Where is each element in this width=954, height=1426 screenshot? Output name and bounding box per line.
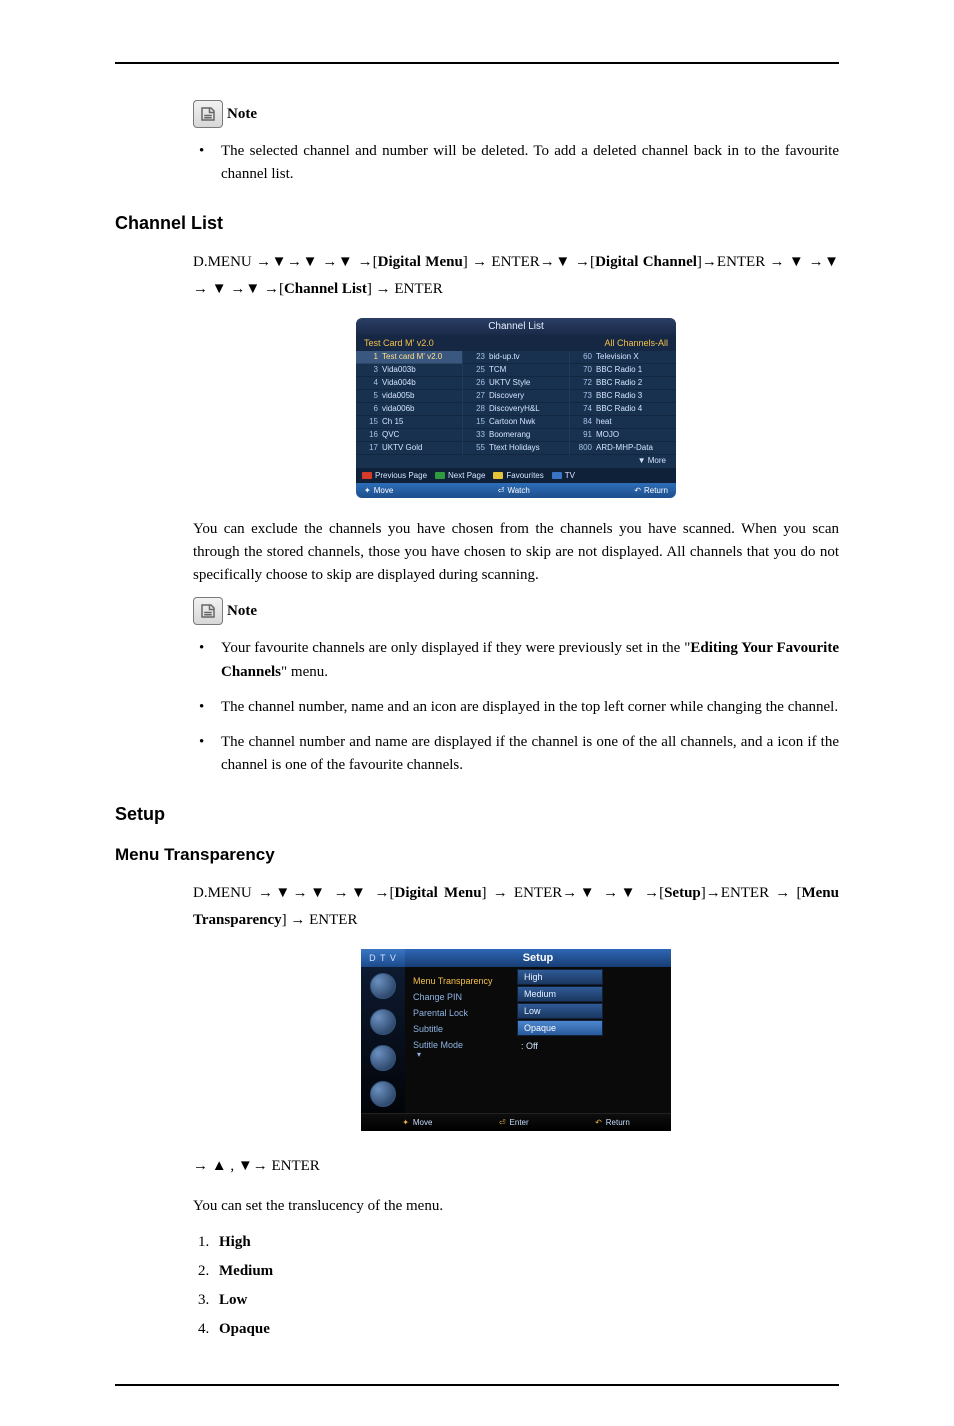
channel-list-bullets: Your favourite channels are only display… — [193, 637, 839, 777]
channel-row: 1Test card M' v2.0 — [356, 351, 462, 364]
note-icon — [193, 597, 223, 625]
channel-row: 74BBC Radio 4 — [570, 403, 676, 416]
channel-list-screenshot: Channel List Test Card M' v2.0 All Chann… — [356, 318, 676, 498]
cl-title: Channel List — [356, 318, 676, 335]
bottom-rule — [115, 1384, 839, 1386]
channel-row: 33Boomerang — [463, 429, 569, 442]
channel-row: 800ARD-MHP-Data — [570, 442, 676, 455]
channel-row: 17UKTV Gold — [356, 442, 462, 455]
note-block: Note — [193, 100, 839, 128]
transparency-option: Low — [517, 1003, 603, 1019]
cl-bullet-3: The channel number and name are displaye… — [193, 731, 839, 778]
setup-options: HighMediumLowOpaque — [517, 969, 603, 1037]
heading-setup: Setup — [115, 804, 839, 825]
channel-row: 55Ttext Holidays — [463, 442, 569, 455]
setup-menu: HighMediumLowOpaque : Off Menu Transpare… — [405, 967, 671, 1113]
opt-high: High — [213, 1228, 839, 1257]
cl-hints: ✦Move ⏎Watch ↶Return — [356, 483, 676, 498]
channel-row: 70BBC Radio 1 — [570, 364, 676, 377]
channel-row: 16QVC — [356, 429, 462, 442]
channel-row: 5vida005b — [356, 390, 462, 403]
swatch-prev — [362, 472, 372, 479]
setup-post-nav: → ▲ , ▼→ ENTER — [193, 1153, 839, 1180]
opt-low: Low — [213, 1286, 839, 1315]
cl-bullet-2: The channel number, name and an icon are… — [193, 696, 839, 719]
note-label: Note — [227, 603, 257, 620]
dish-icon — [370, 973, 396, 999]
transparency-list: High Medium Low Opaque — [193, 1228, 839, 1344]
opt-medium: Medium — [213, 1257, 839, 1286]
swatch-fav — [493, 472, 503, 479]
channel-row: 6vida006b — [356, 403, 462, 416]
heading-channel-list: Channel List — [115, 213, 839, 234]
setup-title: Setup — [405, 949, 671, 967]
swatch-tv — [552, 472, 562, 479]
channel-list-body: You can exclude the channels you have ch… — [193, 518, 839, 588]
tools-icon — [370, 1081, 396, 1107]
setup-menu-item: Sutitle Mode▾ — [409, 1037, 667, 1062]
channel-row: 3Vida003b — [356, 364, 462, 377]
channel-row: 15Cartoon Nwk — [463, 416, 569, 429]
channel-row: 23bid-up.tv — [463, 351, 569, 364]
transparency-option: Medium — [517, 986, 603, 1002]
channel-row: 84heat — [570, 416, 676, 429]
channel-row: 91MOJO — [570, 429, 676, 442]
cl-bullet-1: Your favourite channels are only display… — [193, 637, 839, 684]
swatch-next — [435, 472, 445, 479]
channel-row: 26UKTV Style — [463, 377, 569, 390]
channel-row: 60Television X — [570, 351, 676, 364]
cl-header-right: All Channels-All — [516, 338, 668, 348]
transparency-option: Opaque — [517, 1020, 603, 1036]
subtitle-value: : Off — [521, 1041, 538, 1051]
note-label: Note — [227, 106, 257, 123]
channel-row: 15Ch 15 — [356, 416, 462, 429]
channel-row: 27Discovery — [463, 390, 569, 403]
note-icon — [193, 100, 223, 128]
globe-icon — [370, 1009, 396, 1035]
setup-tab: D T V — [361, 949, 405, 967]
setup-hints: ✦Move ⏎Enter ↶Return — [361, 1113, 671, 1131]
channel-row: 28DiscoveryH&L — [463, 403, 569, 416]
setup-screenshot: D T V Setup HighMediumLowOpaque : Off Me… — [361, 949, 671, 1131]
channel-row: 4Vida004b — [356, 377, 462, 390]
cl-legend: Previous Page Next Page Favourites TV — [356, 468, 676, 483]
gear-icon — [370, 1045, 396, 1071]
note1-bullets: The selected channel and number will be … — [193, 140, 839, 187]
channel-row: 25TCM — [463, 364, 569, 377]
transparency-option: High — [517, 969, 603, 985]
channel-list-nav: D.MENU →▼→▼ →▼ →[Digital Menu] → ENTER→▼… — [193, 249, 839, 303]
setup-sidebar — [361, 967, 405, 1113]
top-rule — [115, 62, 839, 64]
channel-row: 72BBC Radio 2 — [570, 377, 676, 390]
note1-bullet-1: The selected channel and number will be … — [193, 140, 839, 187]
setup-nav: D.MENU →▼→▼ →▼ →[Digital Menu] → ENTER→▼… — [193, 880, 839, 934]
setup-body: You can set the translucency of the menu… — [193, 1195, 839, 1218]
cl-header-left: Test Card M' v2.0 — [364, 338, 516, 348]
channel-row: 73BBC Radio 3 — [570, 390, 676, 403]
heading-menu-transparency: Menu Transparency — [115, 845, 839, 865]
note-block-2: Note — [193, 597, 839, 625]
cl-more: ▼ More — [356, 455, 676, 468]
opt-opaque: Opaque — [213, 1315, 839, 1344]
